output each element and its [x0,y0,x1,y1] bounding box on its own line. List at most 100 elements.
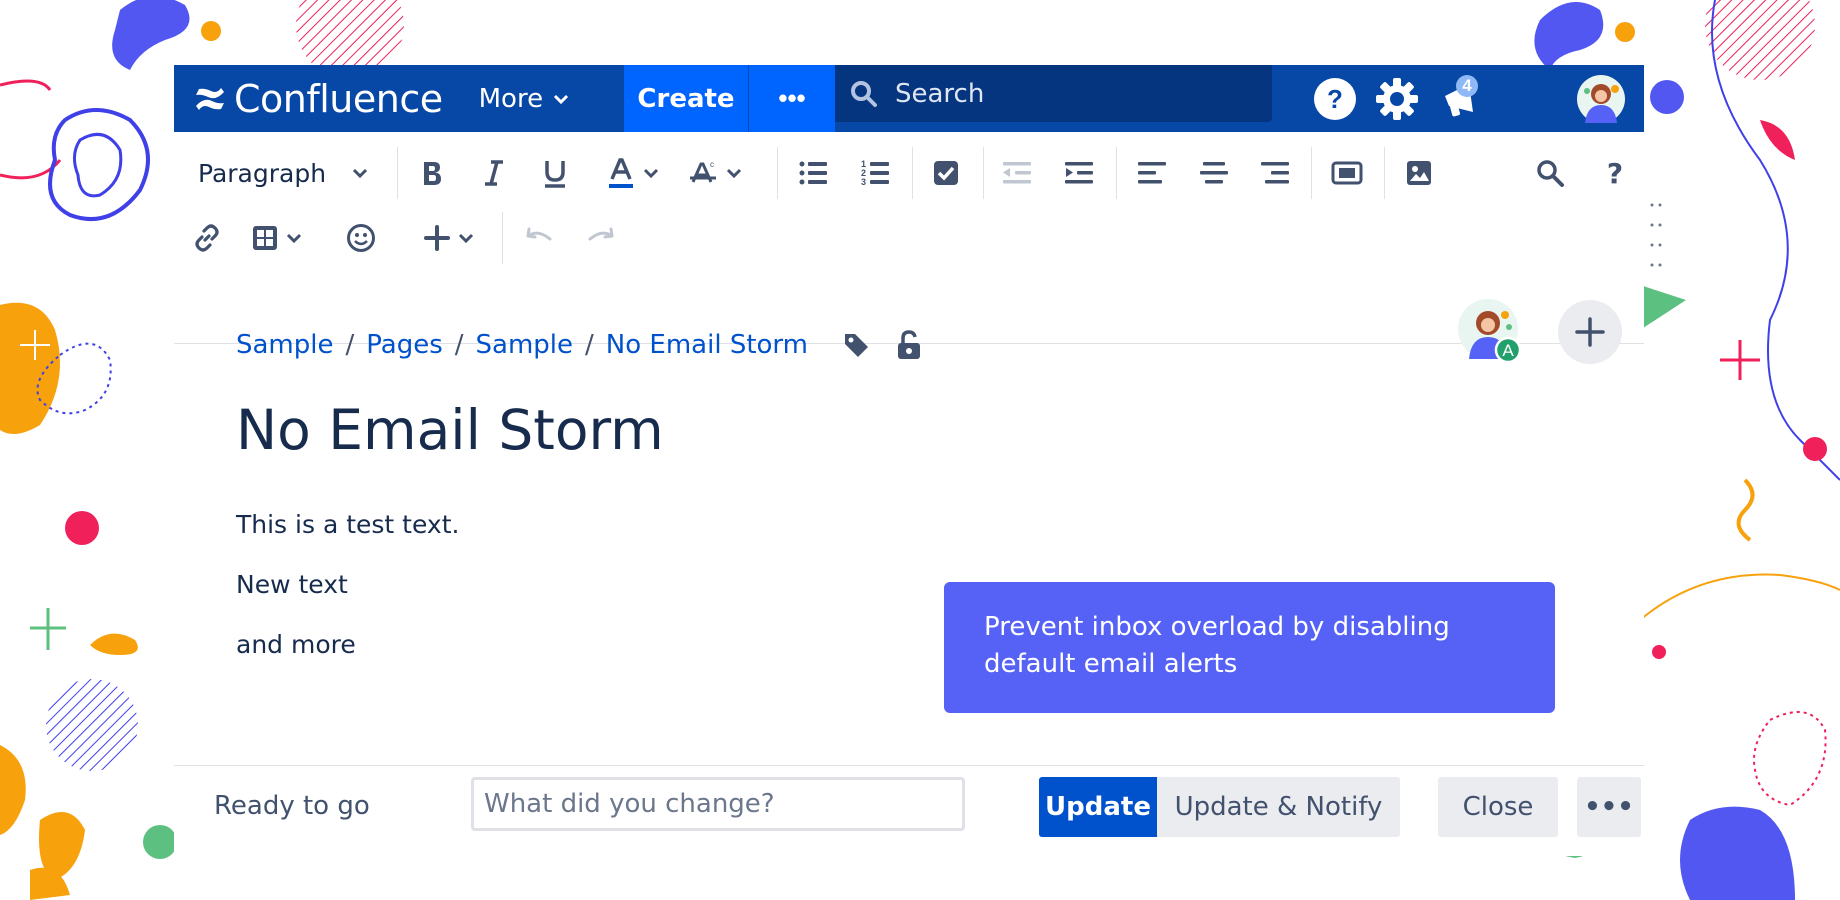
settings-button[interactable] [1372,65,1422,132]
undo-icon [526,227,552,241]
user-avatar[interactable] [1574,65,1628,132]
feature-callout: Prevent inbox overload by disabling defa… [944,582,1555,713]
notification-count-badge: 4 [1456,75,1478,97]
text-color-button[interactable] [602,150,664,196]
search-icon [1537,160,1564,187]
undo-button[interactable] [514,215,564,261]
notifications-button[interactable]: 4 [1432,65,1492,132]
more-actions-button[interactable]: ••• [1577,777,1641,837]
outdent-icon [1003,162,1031,184]
invite-collaborator-button[interactable] [1558,300,1622,364]
link-button[interactable] [182,215,232,261]
task-list-button[interactable] [921,150,971,196]
table-button[interactable] [244,215,310,261]
italic-button[interactable] [469,150,519,196]
table-icon [253,226,277,250]
chevron-down-icon [726,168,742,178]
more-menu-label: More [478,83,544,114]
tag-icon [844,334,868,357]
italic-icon [485,160,503,186]
breadcrumb-separator: / [345,330,355,360]
indent-button[interactable] [1054,150,1104,196]
page-layout-icon [1331,161,1363,185]
toolbar-divider [1384,147,1385,199]
page-title[interactable]: No Email Storm [236,398,664,462]
bold-button[interactable] [407,150,457,196]
unlock-icon [897,330,920,359]
find-replace-button[interactable] [1525,150,1575,196]
breadcrumb-separator: / [454,330,464,360]
restrictions-button[interactable] [896,330,922,360]
breadcrumb-item[interactable]: Sample [236,330,334,360]
chevron-down-icon [554,94,569,104]
align-center-button[interactable] [1189,150,1239,196]
align-left-button[interactable] [1127,150,1177,196]
settings-icon [1376,77,1418,120]
breadcrumb-item[interactable]: Sample [476,330,574,360]
outdent-button[interactable] [992,150,1042,196]
editor-help-button[interactable]: ? [1590,150,1640,196]
bullet-list-icon [799,161,827,185]
svg-text:?: ? [1327,84,1343,114]
breadcrumb-separator: / [585,330,594,360]
indent-icon [1065,162,1093,184]
image-icon [1407,161,1431,185]
content-paragraph[interactable]: This is a test text. [236,510,459,539]
confluence-logo[interactable]: Confluence [194,65,443,132]
toolbar-divider [1116,147,1117,199]
toolbar-divider [777,147,778,199]
collaborator-avatar[interactable]: A [1457,297,1523,364]
paragraph-style-label: Paragraph [198,158,327,188]
toolbar-divider [397,147,398,199]
help-button[interactable]: ? [1310,65,1360,132]
emoji-icon [347,224,375,252]
editor-footer: Ready to go Update Update & Notify Close… [174,765,1644,856]
underline-icon [545,161,565,188]
content-paragraph[interactable]: and more [236,630,356,659]
labels-button[interactable] [842,331,870,359]
chevron-down-icon [458,233,474,243]
plus-icon [424,225,450,251]
bold-icon [424,162,441,185]
bullet-list-button[interactable] [788,150,838,196]
numbered-list-icon: 123 [861,159,889,187]
create-more-button[interactable]: ••• [749,65,835,132]
toolbar-divider [912,147,913,199]
page-layout-button[interactable] [1322,150,1372,196]
insert-more-button[interactable] [416,215,482,261]
search-input[interactable] [893,77,1257,110]
link-icon [195,224,219,252]
content-paragraph[interactable]: New text [236,570,348,599]
more-menu[interactable]: More [479,84,569,114]
change-comment-input[interactable] [471,777,965,831]
confluence-logo-icon [196,87,224,110]
insert-image-button[interactable] [1394,150,1444,196]
underline-button[interactable] [530,150,580,196]
paragraph-style-select[interactable]: Paragraph [198,150,368,196]
chevron-down-icon [286,233,302,243]
emoji-button[interactable] [336,215,386,261]
align-right-button[interactable] [1250,150,1300,196]
checkbox-icon [934,161,958,185]
top-navigation: Confluence More Create ••• ? [174,65,1644,132]
align-left-icon [1138,162,1166,184]
breadcrumb-item-current[interactable]: No Email Storm [606,330,808,360]
align-right-icon [1261,162,1289,184]
help-icon: ? [1314,77,1356,120]
save-status: Ready to go [214,791,370,821]
breadcrumb-item[interactable]: Pages [366,330,443,360]
toolbar-divider [983,147,984,199]
chevron-down-icon [643,168,659,178]
numbered-list-button[interactable]: 123 [850,150,900,196]
clear-formatting-button[interactable]: c [684,150,746,196]
update-notify-button[interactable]: Update & Notify [1157,777,1400,837]
create-button[interactable]: Create [624,65,748,132]
update-button[interactable]: Update [1039,777,1157,837]
plus-icon [1575,317,1605,347]
close-button[interactable]: Close [1438,777,1558,837]
confluence-logo-text: Confluence [234,76,443,121]
search-icon [851,80,877,107]
search-box[interactable] [835,65,1272,122]
breadcrumb: Sample / Pages / Sample / No Email Storm [236,330,922,360]
redo-button[interactable] [576,215,626,261]
